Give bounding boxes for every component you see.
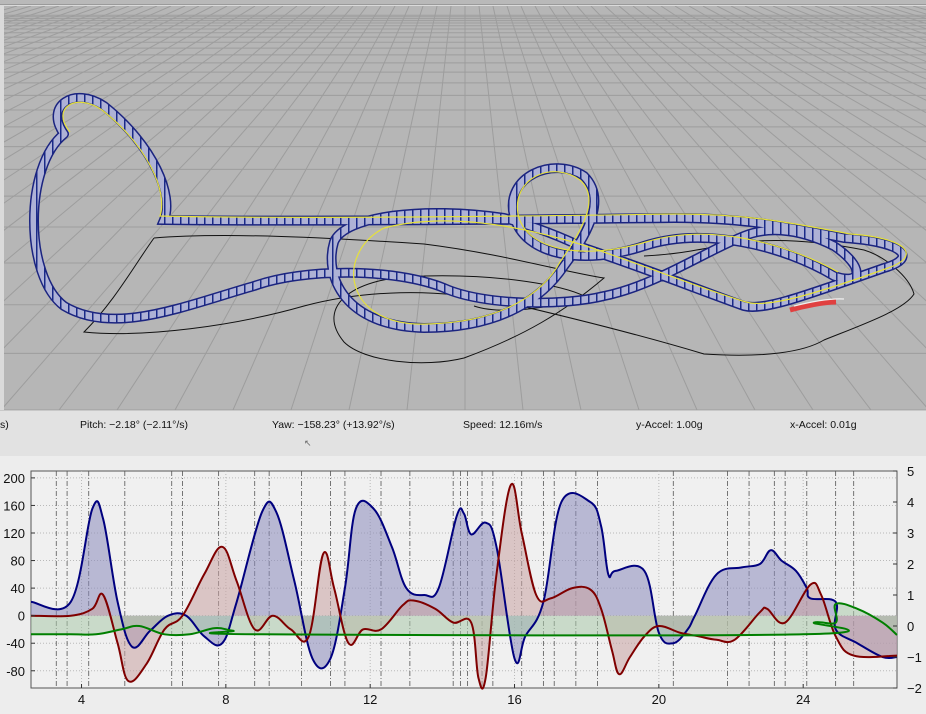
right-tick-label: 4 — [907, 495, 914, 510]
x-tick-label: 16 — [507, 692, 521, 707]
left-tick-label: -40 — [6, 636, 25, 651]
left-axis: 200 160 120 80 40 0 -40 -80 — [3, 471, 35, 679]
3d-scene[interactable] — [4, 6, 926, 410]
right-tick-label: −2 — [907, 681, 922, 696]
right-tick-label: 3 — [907, 526, 914, 541]
speed-readout: Speed: 12.16m/s — [463, 419, 543, 431]
right-tick-label: 5 — [907, 464, 914, 479]
telemetry-chart[interactable]: 200 160 120 80 40 0 -40 -80 5 4 3 2 1 0 −1 −2 4 8 12 16 20… — [0, 456, 926, 714]
x-accel-readout: x-Accel: 0.01g — [790, 419, 857, 431]
left-tick-label: 40 — [11, 581, 25, 596]
x-tick-label: 4 — [78, 692, 85, 707]
x-tick-label: 12 — [363, 692, 377, 707]
right-tick-label: 1 — [907, 588, 914, 603]
status-truncated-label: s) — [0, 419, 9, 431]
left-tick-label: 80 — [11, 554, 25, 569]
cursor-icon: ↖ — [304, 438, 312, 448]
yaw-readout: Yaw: −158.23° (+13.92°/s) — [272, 419, 395, 431]
right-tick-label: 2 — [907, 557, 914, 572]
x-tick-label: 8 — [222, 692, 229, 707]
telemetry-status-bar: s) Pitch: −2.18° (−2.11°/s) Yaw: −158.23… — [0, 410, 926, 457]
telemetry-plot-panel[interactable]: 200 160 120 80 40 0 -40 -80 5 4 3 2 1 0 −1 −2 4 8 12 16 20… — [0, 456, 926, 714]
left-tick-label: 160 — [3, 498, 25, 513]
3d-track-viewport[interactable] — [4, 6, 926, 410]
left-tick-label: 200 — [3, 471, 25, 486]
right-tick-label: −1 — [907, 650, 922, 665]
pitch-readout: Pitch: −2.18° (−2.11°/s) — [80, 419, 189, 431]
right-tick-label: 0 — [907, 619, 914, 634]
left-tick-label: 120 — [3, 526, 25, 541]
left-tick-label: 0 — [18, 609, 25, 624]
window-top-edge — [0, 0, 926, 5]
y-accel-readout: y-Accel: 1.00g — [636, 419, 703, 431]
x-tick-label: 20 — [652, 692, 666, 707]
x-tick-label: 24 — [796, 692, 810, 707]
left-tick-label: -80 — [6, 664, 25, 679]
